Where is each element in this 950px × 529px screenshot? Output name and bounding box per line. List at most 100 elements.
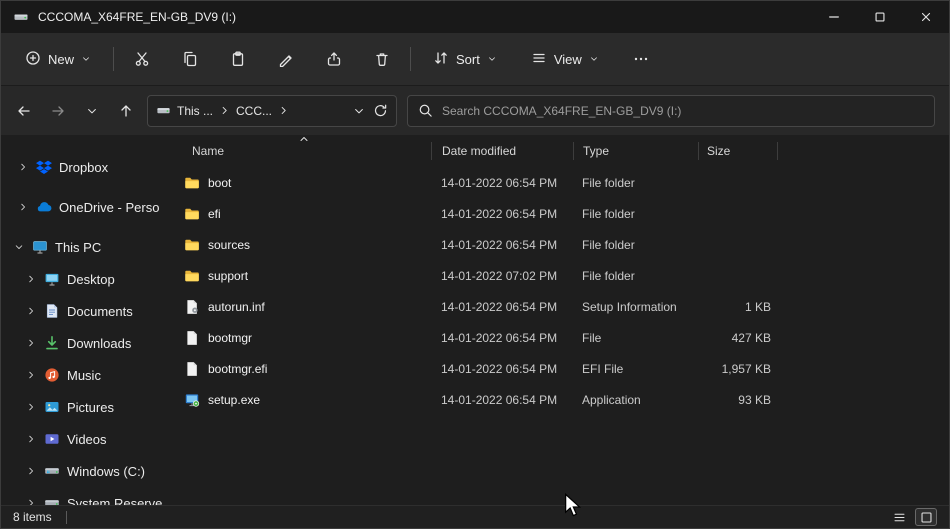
sidebar-item-system-reserved[interactable]: System Reserve [1,487,166,505]
sidebar-item-label: Pictures [67,400,114,415]
status-bar: 8 items [1,505,949,528]
chevron-right-icon[interactable] [25,402,37,412]
sidebar-item-label: Documents [67,304,133,319]
cut-button[interactable] [126,43,158,75]
file-type: EFI File [573,362,698,376]
folder-icon [184,237,200,253]
sidebar-item-this-pc[interactable]: This PC [1,231,166,263]
refresh-icon[interactable] [373,103,388,118]
file-row-boot[interactable]: boot 14-01-2022 06:54 PM File folder [166,167,949,198]
sidebar-item-desktop[interactable]: Desktop [1,263,166,295]
chevron-right-icon[interactable] [25,466,37,476]
breadcrumb-segment-drive[interactable]: CCC... [233,102,275,120]
up-button[interactable] [109,95,143,127]
maximize-button[interactable] [857,1,903,33]
file-row-bootmgr-efi[interactable]: bootmgr.efi 14-01-2022 06:54 PM EFI File… [166,353,949,384]
sidebar-item-onedrive[interactable]: OneDrive - Perso [1,191,166,223]
recent-locations-button[interactable] [75,95,109,127]
address-bar[interactable]: This ... CCC... [147,95,397,127]
sort-label: Sort [456,52,480,67]
ellipsis-icon [633,51,649,67]
minimize-button[interactable] [811,1,857,33]
file-row-setup-exe[interactable]: setup.exe 14-01-2022 06:54 PM Applicatio… [166,384,949,415]
share-button[interactable] [318,43,350,75]
close-button[interactable] [903,1,949,33]
forward-button[interactable] [41,95,75,127]
sidebar-item-downloads[interactable]: Downloads [1,327,166,359]
sidebar-item-documents[interactable]: Documents [1,295,166,327]
large-icons-view-button[interactable] [915,508,937,526]
file-date: 14-01-2022 06:54 PM [431,331,573,345]
breadcrumb-separator-icon[interactable] [219,105,230,116]
sidebar-item-music[interactable]: Music [1,359,166,391]
column-header-name[interactable]: Name [166,142,431,160]
folder-icon [184,268,200,284]
file-type: File folder [573,269,698,283]
sidebar-item-label: Windows (C:) [67,464,145,479]
rename-button[interactable] [270,43,302,75]
breadcrumb-segment-this-pc[interactable]: This ... [174,102,216,120]
copy-button[interactable] [174,43,206,75]
address-dropdown-icon[interactable] [353,105,365,117]
chevron-right-icon[interactable] [25,306,37,316]
sort-button[interactable]: Sort [423,44,507,75]
file-date: 14-01-2022 06:54 PM [431,207,573,221]
paste-button[interactable] [222,43,254,75]
file-type: Application [573,393,698,407]
file-row-autorun-inf[interactable]: autorun.inf 14-01-2022 06:54 PM Setup In… [166,291,949,322]
chevron-right-icon[interactable] [25,274,37,284]
file-date: 14-01-2022 06:54 PM [431,393,573,407]
sidebar-item-dropbox[interactable]: Dropbox [1,151,166,183]
more-options-button[interactable] [625,43,657,75]
chevron-down-icon[interactable] [13,242,25,252]
cut-icon [134,51,150,67]
forward-icon [50,103,66,119]
search-box[interactable] [407,95,935,127]
chevron-right-icon[interactable] [17,162,29,172]
column-header-size[interactable]: Size [698,142,778,160]
chevron-down-icon [86,105,98,117]
sidebar-item-pictures[interactable]: Pictures [1,391,166,423]
drive-icon [44,463,60,479]
rename-icon [278,51,294,67]
file-name: boot [208,176,231,190]
file-date: 14-01-2022 07:02 PM [431,269,573,283]
search-input[interactable] [442,104,924,118]
copy-icon [182,51,198,67]
new-button[interactable]: New [15,44,101,75]
view-button[interactable]: View [521,44,609,75]
command-bar: New Sort [1,33,949,86]
location-drive-icon [156,103,171,118]
sidebar-item-videos[interactable]: Videos [1,423,166,455]
details-view-icon [893,511,906,524]
file-name: support [208,269,248,283]
file-row-sources[interactable]: sources 14-01-2022 06:54 PM File folder [166,229,949,260]
paste-icon [230,51,246,67]
desktop-icon [44,271,60,287]
details-view-button[interactable] [888,508,910,526]
back-button[interactable] [7,95,41,127]
column-header-date-modified[interactable]: Date modified [431,142,573,160]
sidebar-item-label: OneDrive - Perso [59,200,159,215]
file-date: 14-01-2022 06:54 PM [431,300,573,314]
chevron-right-icon[interactable] [25,498,37,505]
new-label: New [48,52,74,67]
chevron-down-icon [81,52,91,67]
status-divider [66,511,67,524]
column-header-type[interactable]: Type [573,142,698,160]
file-row-bootmgr[interactable]: bootmgr 14-01-2022 06:54 PM File 427 KB [166,322,949,353]
breadcrumb-separator-icon[interactable] [278,105,289,116]
videos-icon [44,431,60,447]
chevron-right-icon[interactable] [17,202,29,212]
toolbar-separator [113,47,114,71]
sidebar-item-label: Desktop [67,272,115,287]
chevron-right-icon[interactable] [25,370,37,380]
toolbar-separator [410,47,411,71]
file-row-support[interactable]: support 14-01-2022 07:02 PM File folder [166,260,949,291]
file-row-efi[interactable]: efi 14-01-2022 06:54 PM File folder [166,198,949,229]
delete-button[interactable] [366,43,398,75]
chevron-down-icon [487,52,497,67]
chevron-right-icon[interactable] [25,434,37,444]
sidebar-item-windows-c[interactable]: Windows (C:) [1,455,166,487]
chevron-right-icon[interactable] [25,338,37,348]
